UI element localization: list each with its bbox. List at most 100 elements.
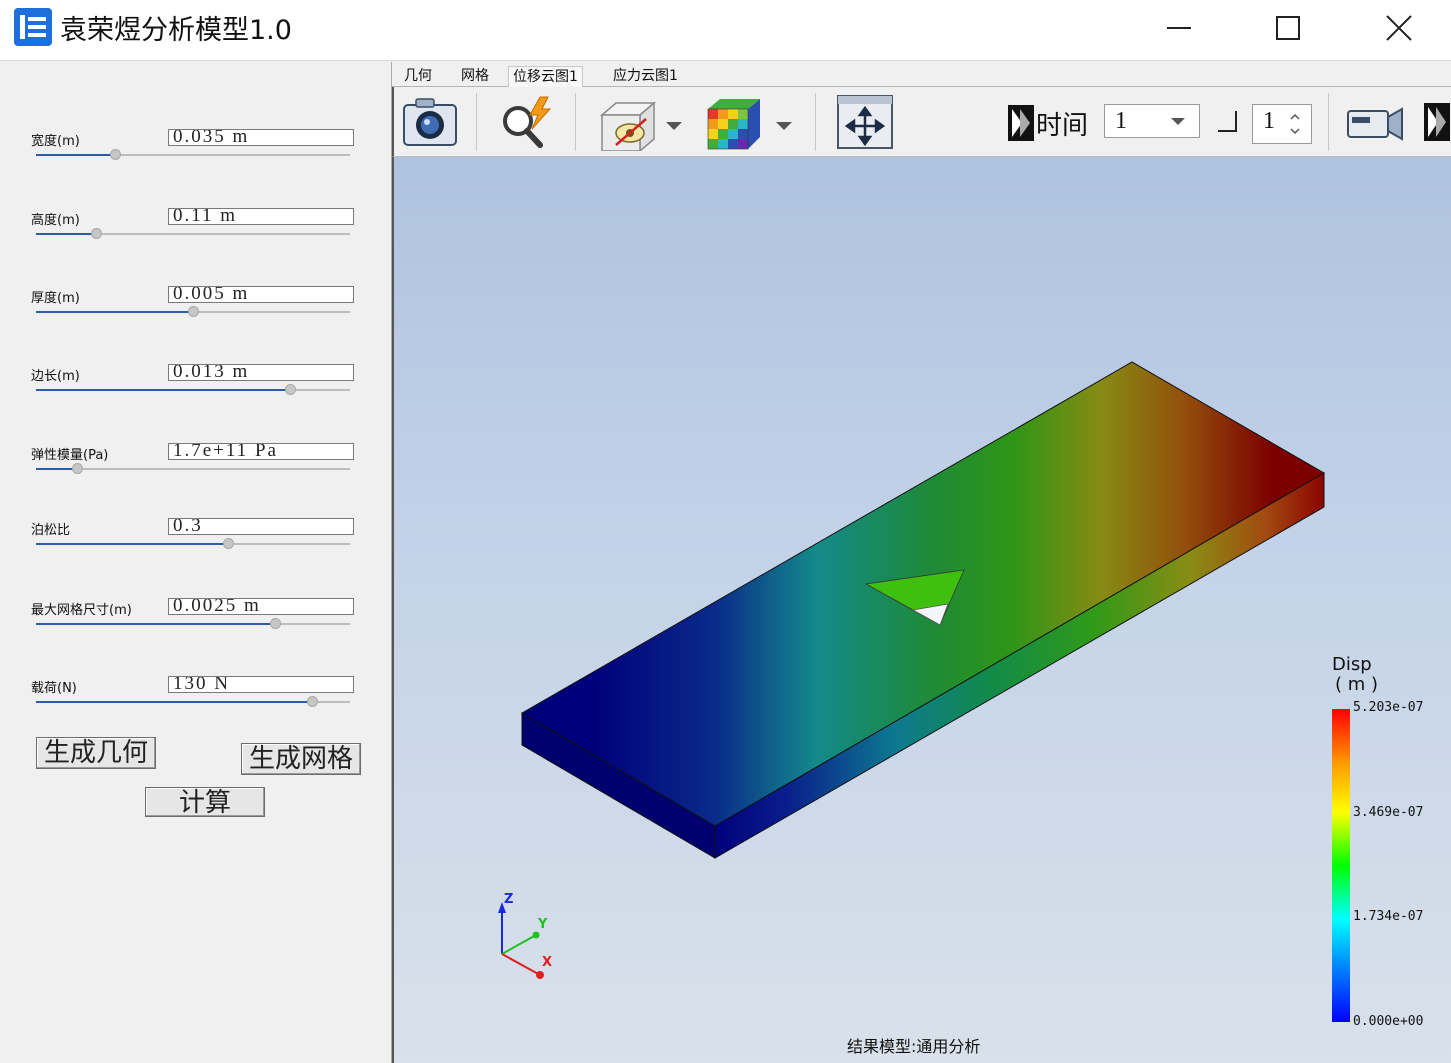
legend-tick-max: 5.203e-07 [1353,700,1424,715]
view-tabs: 几何 网格 位移云图1 应力云图1 [392,62,1451,87]
slider-track [36,468,350,470]
slider-thumb[interactable] [109,149,121,160]
param-slider[interactable] [36,227,350,241]
param-value-field[interactable]: 0.3 [168,518,354,535]
slider-fill [36,701,313,703]
slider-thumb[interactable] [188,306,199,317]
double-chevron-icon [1424,103,1450,141]
slider-thumb[interactable] [90,228,102,239]
compute-button[interactable]: 计算 [145,787,265,818]
double-chevron-icon [1008,105,1034,141]
legend-tick: 1.734e-07 [1353,909,1424,924]
param-label: 宽度(m) [31,134,80,149]
param-slider[interactable] [36,383,350,397]
spin-arrows-icon[interactable] [1289,111,1301,137]
param-slider[interactable] [36,148,350,162]
param-value-field[interactable]: 0.013 m [168,364,354,381]
param-value-field[interactable]: 0.11 m [168,208,354,225]
param-label: 最大网格尺寸(m) [31,603,132,618]
result-model-status: 结果模型:通用分析 [847,1037,981,1056]
slider-fill [36,543,228,545]
generate-geometry-button[interactable]: 生成几何 [36,737,156,769]
param-slider[interactable] [36,462,350,476]
time-label: 时间 [1036,111,1089,141]
contour-color-button[interactable] [706,95,762,155]
step-indicator [1216,109,1240,139]
fit-view-button[interactable] [837,95,893,153]
chevron-down-icon [1171,118,1185,125]
param-value-field[interactable]: 0.005 m [168,286,354,303]
slider-fill [36,389,291,391]
slider-fill [36,154,115,156]
param-label: 泊松比 [31,523,71,538]
contour-dropdown[interactable] [776,117,792,136]
step-bracket-icon [1218,111,1237,132]
param-value-field[interactable]: 1.7e+11 Pa [168,443,354,460]
generate-mesh-button[interactable]: 生成网格 [241,743,361,775]
time-select-value: 1 [1115,108,1127,134]
close-icon [1386,15,1412,41]
axis-y-label: Y [538,917,548,932]
visibility-button[interactable] [596,95,658,155]
param-label: 边长(m) [31,369,80,384]
app-icon [14,8,52,46]
zoom-button[interactable] [498,95,556,153]
param-value-field[interactable]: 130 N [168,676,354,693]
window-title: 袁荣煜分析模型1.0 [60,15,292,46]
legend-tick-min: 0.000e+00 [1353,1014,1424,1029]
slider-thumb[interactable] [71,463,83,474]
video-camera-icon [1347,107,1403,141]
legend-unit: ( m ) [1335,674,1379,695]
tab-stress-contour[interactable]: 应力云图1 [609,66,682,86]
chevron-down-icon [776,122,792,130]
close-button[interactable] [1354,0,1444,56]
visibility-dropdown[interactable] [666,117,682,136]
color-cube-icon [707,99,760,150]
chevron-down-icon [666,122,682,130]
param-label: 高度(m) [31,213,80,228]
step-spinbox-value: 1 [1263,108,1275,134]
3d-viewport[interactable]: Z Y X [392,157,1451,1063]
slider-thumb[interactable] [269,618,281,629]
tab-geometry[interactable]: 几何 [400,66,436,86]
param-value-field[interactable]: 0.035 m [168,129,354,146]
result-model [498,361,1350,1022]
axis-x-label: X [542,955,553,970]
param-value-field[interactable]: 0.0025 m [168,598,354,615]
minimize-icon [1167,27,1191,29]
slider-thumb[interactable] [285,384,297,395]
animation-next-button[interactable] [1424,103,1450,145]
magnifier-lightning-icon [503,96,552,148]
animation-prev-button[interactable] [1008,105,1034,145]
param-slider[interactable] [36,695,350,709]
maximize-button[interactable] [1243,0,1333,56]
slider-fill [36,468,77,470]
hide-box-icon [599,101,657,153]
move-arrows-icon [837,95,893,149]
param-label: 弹性模量(Pa) [31,448,109,463]
minimize-button[interactable] [1134,0,1224,56]
slider-thumb[interactable] [307,696,319,707]
legend-tick: 3.469e-07 [1353,805,1424,820]
maximize-icon [1276,16,1300,40]
title-bar: 袁荣煜分析模型1.0 [0,0,1451,61]
tab-mesh[interactable]: 网格 [457,66,493,86]
step-spinbox[interactable]: 1 [1252,104,1312,144]
slider-fill [36,623,275,625]
param-slider[interactable] [36,617,350,631]
slider-thumb[interactable] [222,538,234,549]
slider-fill [36,233,96,235]
tab-displacement-contour[interactable]: 位移云图1 [508,66,583,87]
camera-icon [403,98,457,146]
slider-fill [36,311,193,313]
record-video-button[interactable] [1346,103,1406,147]
param-label: 厚度(m) [31,291,80,306]
legend-title: Disp [1332,654,1372,675]
time-select[interactable]: 1 [1104,104,1200,138]
screenshot-button[interactable] [402,95,458,153]
viewer-toolbar: 时间 1 1 [392,87,1451,157]
param-slider[interactable] [36,537,350,551]
legend-colorbar [1332,709,1350,1022]
param-label: 载荷(N) [31,681,77,696]
param-slider[interactable] [36,305,350,319]
